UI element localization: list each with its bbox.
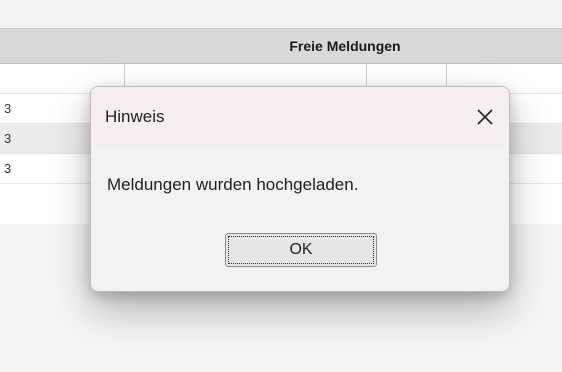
ok-button-label: OK: [228, 236, 374, 264]
ok-button[interactable]: OK: [225, 233, 377, 267]
dialog-message: Meldungen wurden hochgeladen.: [107, 175, 359, 194]
top-strip: [0, 0, 562, 28]
close-icon: [477, 109, 493, 125]
table-header-bar: Freie Meldungen: [0, 28, 562, 64]
close-button[interactable]: [469, 101, 501, 133]
row-marker: 3: [4, 131, 12, 146]
row-marker: 3: [4, 161, 12, 176]
table-header-title: Freie Meldungen: [289, 38, 401, 54]
dialog-title: Hinweis: [105, 107, 165, 126]
hinweis-dialog: Hinweis Meldungen wurden hochgeladen. OK: [90, 86, 510, 292]
dialog-titlebar[interactable]: Hinweis: [91, 87, 509, 147]
row-marker: 3: [4, 101, 12, 116]
